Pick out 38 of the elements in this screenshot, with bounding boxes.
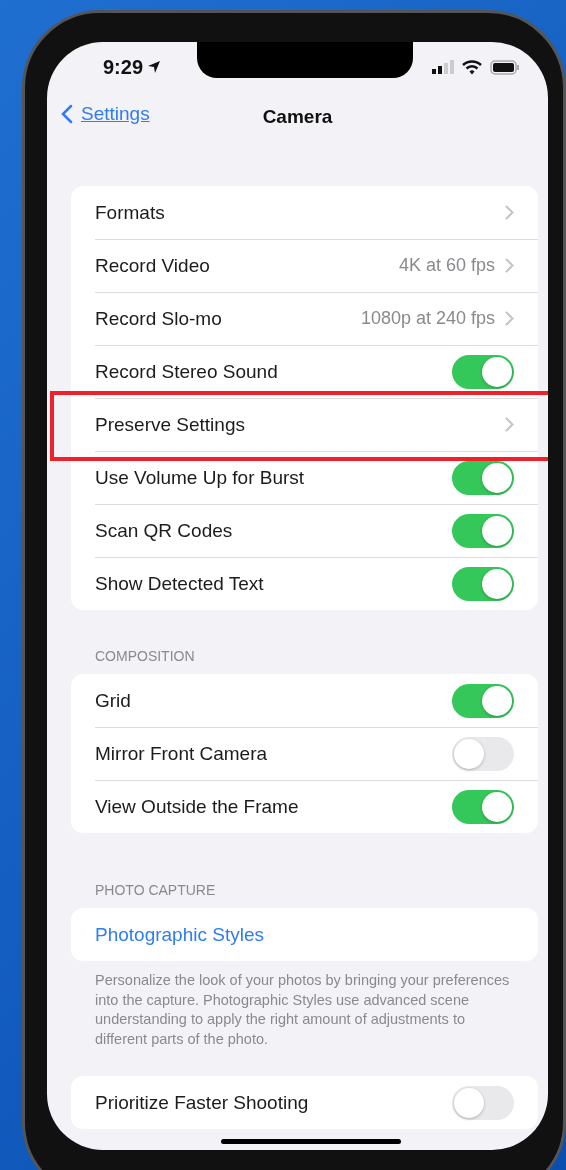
row-label: Grid [95,689,132,712]
toggle-switch[interactable] [452,789,514,824]
chevron-right-icon [505,417,514,432]
toggle-switch[interactable] [452,460,514,495]
location-arrow-icon [147,60,162,74]
row-label: Photographic Styles [95,923,265,946]
chevron-right-icon [505,258,514,273]
back-link[interactable]: Settings [61,103,150,125]
toggle-switch[interactable] [452,354,514,389]
toggle-switch[interactable] [452,513,514,548]
toggle-switch[interactable] [452,566,514,601]
battery-icon [490,59,520,75]
toggle-switch[interactable] [452,1085,514,1120]
back-chevron-icon [61,104,73,124]
row-label: Scan QR Codes [95,519,234,542]
signal-icon [432,60,454,74]
row-label: View Outside the Frame [95,795,300,818]
row-label: Record Slo-mo [95,307,223,330]
chevron-right-icon [505,311,514,326]
screen-title: Camera [262,106,333,128]
row-label: Prioritize Faster Shooting [95,1091,310,1114]
section-header: PHOTO CAPTURE [95,881,217,900]
chevron-right-icon [505,205,514,220]
row-value: 1080p at 240 fps [360,308,495,329]
status-time: 9:29 [103,55,162,79]
row-label: Formats [95,201,166,224]
row-label: Use Volume Up for Burst [95,466,306,489]
section-footer: Personalize the look of your photos by bringing your preferences into the capture. Photographic Styles use advanced scene understanding to apply the right amount of adjustments to different parts of the photo. [95,971,518,1049]
section-header: COMPOSITION [95,647,196,666]
toggle-switch[interactable] [452,736,514,771]
wifi-icon [462,59,482,75]
toggle-switch[interactable] [452,683,514,718]
row-label: Mirror Front Camera [95,742,269,765]
row-label: Preserve Settings [95,413,246,436]
row-label: Record Stereo Sound [95,360,279,383]
row-label: Record Video [95,254,211,277]
row-label: Show Detected Text [95,572,265,595]
row-value: 4K at 60 fps [398,255,495,276]
